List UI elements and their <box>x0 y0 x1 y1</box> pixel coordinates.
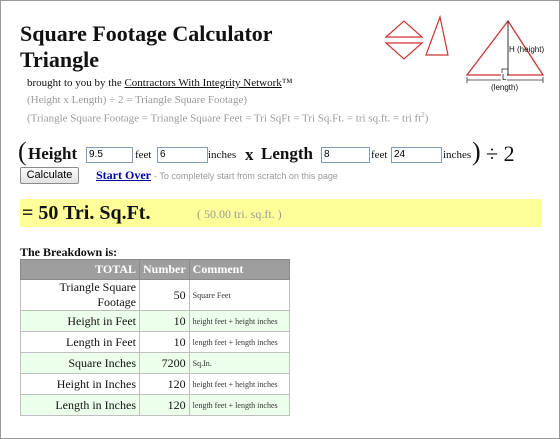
page-frame: Square Footage Calculator Triangle H (he… <box>0 0 560 439</box>
result-bar: = 50 Tri. Sq.Ft. ( 50.00 tri. sq.ft. ) <box>20 199 542 227</box>
length-inches-input[interactable] <box>391 147 442 163</box>
row-comment: length feet + length inches <box>188 331 290 353</box>
byline: brought to you by the Contractors With I… <box>27 77 293 89</box>
formula-line2-end: ) <box>424 112 429 125</box>
length-feet-input[interactable] <box>321 147 370 163</box>
triangle-shapes-icon <box>384 15 449 60</box>
diagram-length-label: L <box>501 73 508 82</box>
row-number: 120 <box>139 373 190 395</box>
row-number: 10 <box>139 310 190 332</box>
height-label: Height <box>28 144 78 163</box>
byline-prefix: brought to you by the <box>27 77 122 89</box>
row-comment: Sq.In. <box>188 352 290 374</box>
open-paren: ( <box>18 137 27 166</box>
row-label: Height in Feet <box>20 310 140 332</box>
row-number: 10 <box>139 331 190 353</box>
row-label: Height in Inches <box>20 373 140 395</box>
page-title-line2: Triangle <box>20 47 100 72</box>
breakdown-table: TOTAL Number Comment Triangle Square Foo… <box>20 259 290 416</box>
diagram-height-label: H (height) <box>509 45 545 54</box>
start-over-link[interactable]: Start Over <box>96 168 151 183</box>
height-inches-unit: inches <box>208 149 237 161</box>
table-row: Length in Inches 120 length feet + lengt… <box>20 394 290 416</box>
start-over-hint: - To completely start from scratch on th… <box>154 171 338 181</box>
table-row: Length in Feet 10 length feet + length i… <box>20 331 290 353</box>
table-row: Height in Feet 10 height feet + height i… <box>20 310 290 332</box>
row-label: Length in Inches <box>20 394 140 416</box>
length-label: Length <box>261 144 313 163</box>
close-paren: ) <box>472 137 481 166</box>
contractors-network-link[interactable]: Contractors With Integrity Network <box>124 77 281 89</box>
height-inches-input[interactable] <box>157 147 208 163</box>
table-row: Square Inches 7200 Sq.In. <box>20 352 290 374</box>
formula-line2-text: (Triangle Square Footage = Triangle Squa… <box>27 112 422 125</box>
row-comment: length feet + length inches <box>188 394 290 416</box>
breakdown-heading: The Breakdown is: <box>20 245 118 259</box>
col-total: TOTAL <box>20 259 140 280</box>
trademark: ™ <box>281 77 293 89</box>
row-comment: height feet + height inches <box>188 373 290 395</box>
row-number: 50 <box>139 279 190 311</box>
row-label: Triangle Square Footage <box>20 279 140 311</box>
row-number: 120 <box>139 394 190 416</box>
length-inches-unit: inches <box>443 149 472 161</box>
row-number: 7200 <box>139 352 190 374</box>
page-title-line1: Square Footage Calculator <box>20 21 273 46</box>
formula-line2: (Triangle Square Footage = Triangle Squa… <box>27 111 428 125</box>
diagram-length-caption: (length) <box>491 83 519 92</box>
calculate-button[interactable]: Calculate <box>20 167 79 184</box>
row-comment: Square Feet <box>188 279 290 311</box>
height-feet-input[interactable] <box>86 147 133 163</box>
table-row: Triangle Square Footage 50 Square Feet <box>20 279 290 311</box>
row-label: Length in Feet <box>20 331 140 353</box>
table-row: Height in Inches 120 height feet + heigh… <box>20 373 290 395</box>
col-number: Number <box>139 259 190 280</box>
row-label: Square Inches <box>20 352 140 374</box>
divide-by-two: ÷ 2 <box>486 141 515 166</box>
breakdown-header-row: TOTAL Number Comment <box>20 259 290 280</box>
dimension-input-row: ( Height feet inches x Length feet inche… <box>18 137 540 167</box>
result-subvalue: ( 50.00 tri. sq.ft. ) <box>197 207 282 221</box>
page-title: Square Footage Calculator Triangle <box>20 21 273 73</box>
result-value: = 50 Tri. Sq.Ft. <box>22 202 151 224</box>
height-feet-unit: feet <box>135 149 152 161</box>
length-feet-unit: feet <box>371 149 388 161</box>
col-comment: Comment <box>188 259 290 280</box>
times-sign: x <box>245 145 254 164</box>
row-comment: height feet + height inches <box>188 310 290 332</box>
formula-line1: (Height x Length) ÷ 2 = Triangle Square … <box>27 94 247 106</box>
